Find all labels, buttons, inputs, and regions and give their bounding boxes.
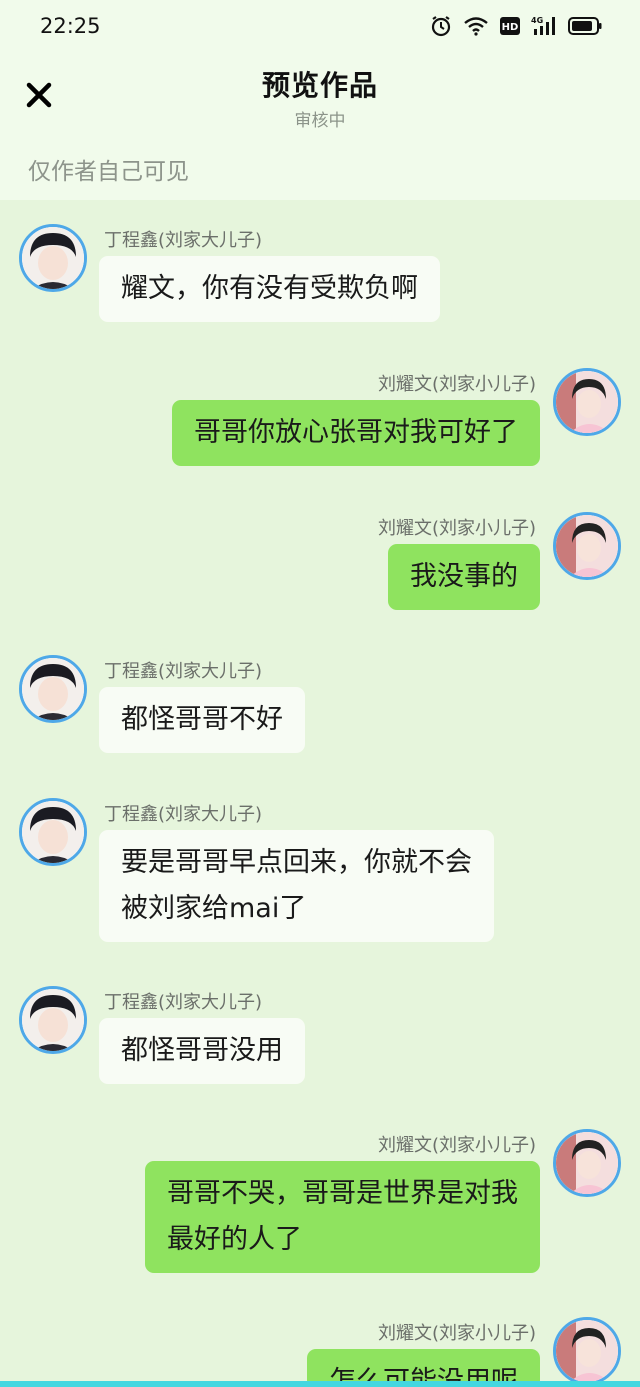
review-status: 审核中 xyxy=(294,111,346,131)
avatar[interactable] xyxy=(19,798,87,866)
message-bubble[interactable]: 哥哥不哭，哥哥是世界是对我 最好的人了 xyxy=(145,1161,540,1273)
sender-name: 刘耀文(刘家小儿子) xyxy=(377,1323,536,1344)
message-bubble[interactable]: 都怪哥哥不好 xyxy=(99,687,305,753)
message-bubble[interactable]: 我没事的 xyxy=(388,544,540,610)
avatar[interactable] xyxy=(553,1317,621,1385)
wifi-icon xyxy=(463,16,489,36)
svg-text:HD: HD xyxy=(502,22,519,33)
message-bubble[interactable]: 要是哥哥早点回来，你就不会 被刘家给mai了 xyxy=(99,830,494,942)
sender-name: 刘耀文(刘家小儿子) xyxy=(377,1135,536,1156)
header-bar: 22:25 HD 4G 预览作品 审核中 仅作者自己可见 xyxy=(0,0,640,200)
bottom-strip xyxy=(0,1381,640,1387)
battery-icon xyxy=(568,17,602,35)
svg-text:4G: 4G xyxy=(531,16,543,25)
sender-name: 丁程鑫(刘家大儿子) xyxy=(104,992,263,1013)
4g-signal-icon: 4G xyxy=(531,15,557,37)
status-bar: 22:25 HD 4G xyxy=(0,0,640,56)
avatar[interactable] xyxy=(553,512,621,580)
status-time: 22:25 xyxy=(40,14,101,38)
page-title: 预览作品 xyxy=(261,69,378,102)
avatar[interactable] xyxy=(553,1129,621,1197)
alarm-icon xyxy=(430,15,452,37)
visibility-note: 仅作者自己可见 xyxy=(28,159,189,185)
sender-name: 丁程鑫(刘家大儿子) xyxy=(104,230,263,251)
avatar[interactable] xyxy=(19,986,87,1054)
message-bubble[interactable]: 耀文，你有没有受欺负啊 xyxy=(99,256,440,322)
sender-name: 丁程鑫(刘家大儿子) xyxy=(104,661,263,682)
sender-name: 刘耀文(刘家小儿子) xyxy=(377,374,536,395)
message-bubble[interactable]: 都怪哥哥没用 xyxy=(99,1018,305,1084)
sender-name: 丁程鑫(刘家大儿子) xyxy=(104,804,263,825)
status-icons: HD 4G xyxy=(430,15,602,37)
hd-icon: HD xyxy=(500,17,520,35)
message-bubble[interactable]: 哥哥你放心张哥对我可好了 xyxy=(172,400,540,466)
avatar[interactable] xyxy=(19,655,87,723)
chat-list[interactable]: 丁程鑫(刘家大儿子) 耀文，你有没有受欺负啊 刘耀文(刘家小儿子) 哥哥你放心张… xyxy=(0,200,640,1387)
sender-name: 刘耀文(刘家小儿子) xyxy=(377,518,536,539)
avatar[interactable] xyxy=(553,368,621,436)
avatar[interactable] xyxy=(19,224,87,292)
